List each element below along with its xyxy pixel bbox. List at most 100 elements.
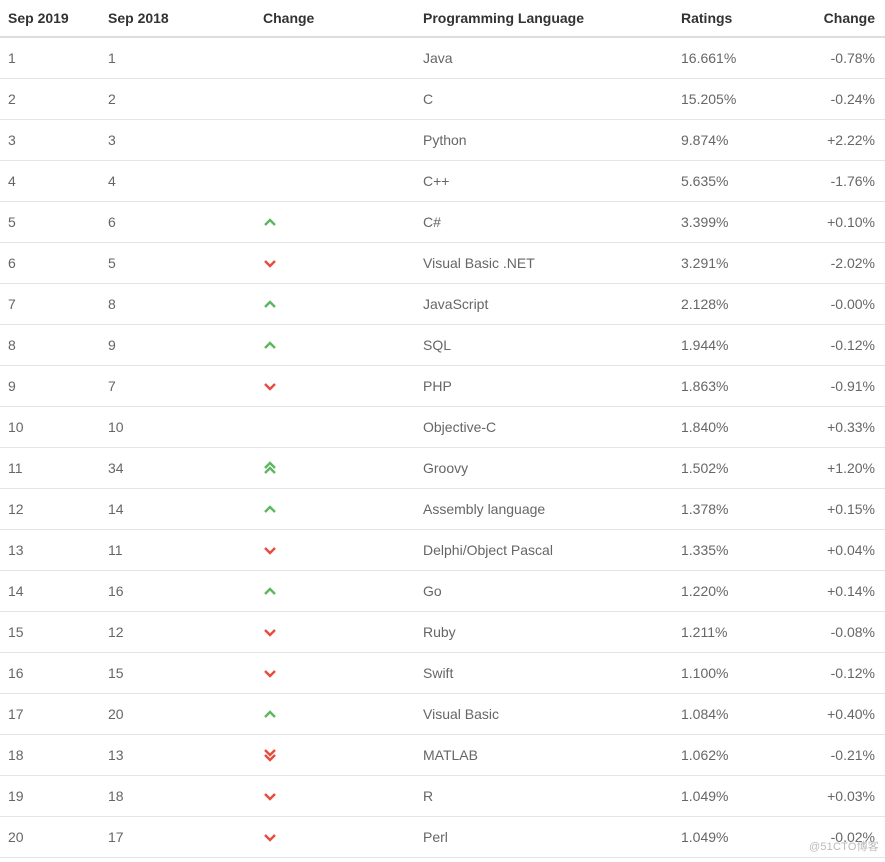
cell-language: Groovy	[415, 448, 673, 489]
cell-sep2019: 4	[0, 161, 100, 202]
cell-sep2018: 8	[100, 284, 255, 325]
cell-sep2018: 15	[100, 653, 255, 694]
cell-language: Ruby	[415, 612, 673, 653]
chevron-down-icon	[263, 380, 407, 393]
chevron-down-icon	[263, 544, 407, 557]
table-row: 11Java16.661%-0.78%	[0, 37, 885, 79]
cell-ratings: 1.335%	[673, 530, 803, 571]
cell-language: Assembly language	[415, 489, 673, 530]
table-row: 78 JavaScript2.128%-0.00%	[0, 284, 885, 325]
cell-change: +0.03%	[803, 776, 885, 817]
cell-ratings: 5.635%	[673, 161, 803, 202]
cell-sep2018: 17	[100, 817, 255, 858]
cell-change: +0.15%	[803, 489, 885, 530]
cell-sep2019: 5	[0, 202, 100, 243]
double-chevron-down-icon	[263, 748, 407, 762]
table-row: 22C15.205%-0.24%	[0, 79, 885, 120]
table-row: 1615Swift1.100%-0.12%	[0, 653, 885, 694]
chevron-down-icon	[263, 667, 407, 680]
cell-ratings: 1.211%	[673, 612, 803, 653]
cell-ratings: 1.084%	[673, 694, 803, 735]
cell-language: C++	[415, 161, 673, 202]
cell-language: C#	[415, 202, 673, 243]
cell-change: -0.78%	[803, 37, 885, 79]
chevron-up-icon	[263, 503, 407, 516]
cell-ratings: 2.128%	[673, 284, 803, 325]
cell-language: Go	[415, 571, 673, 612]
cell-sep2019: 16	[0, 653, 100, 694]
cell-change: -0.91%	[803, 366, 885, 407]
cell-ratings: 1.378%	[673, 489, 803, 530]
table-row: 1918R1.049%+0.03%	[0, 776, 885, 817]
cell-sep2019: 19	[0, 776, 100, 817]
cell-trend	[255, 161, 415, 202]
cell-language: SQL	[415, 325, 673, 366]
header-ratings: Ratings	[673, 0, 803, 37]
cell-sep2019: 15	[0, 612, 100, 653]
table-row: 1010Objective-C1.840%+0.33%	[0, 407, 885, 448]
cell-sep2019: 12	[0, 489, 100, 530]
cell-change: -2.02%	[803, 243, 885, 284]
header-change-icon: Change	[255, 0, 415, 37]
cell-trend	[255, 776, 415, 817]
cell-trend	[255, 489, 415, 530]
cell-sep2018: 11	[100, 530, 255, 571]
cell-ratings: 1.502%	[673, 448, 803, 489]
cell-sep2019: 13	[0, 530, 100, 571]
cell-ratings: 1.840%	[673, 407, 803, 448]
cell-sep2018: 4	[100, 161, 255, 202]
table-row: 44C++5.635%-1.76%	[0, 161, 885, 202]
header-row: Sep 2019 Sep 2018 Change Programming Lan…	[0, 0, 885, 37]
chevron-up-icon	[263, 298, 407, 311]
cell-change: +2.22%	[803, 120, 885, 161]
cell-sep2018: 13	[100, 735, 255, 776]
cell-language: JavaScript	[415, 284, 673, 325]
table-row: 97PHP1.863%-0.91%	[0, 366, 885, 407]
cell-ratings: 1.220%	[673, 571, 803, 612]
cell-sep2019: 1	[0, 37, 100, 79]
table-row: 1134Groovy1.502%+1.20%	[0, 448, 885, 489]
cell-change: +0.14%	[803, 571, 885, 612]
cell-change: -0.12%	[803, 325, 885, 366]
cell-trend	[255, 694, 415, 735]
cell-ratings: 15.205%	[673, 79, 803, 120]
cell-trend	[255, 817, 415, 858]
cell-trend	[255, 612, 415, 653]
cell-trend	[255, 366, 415, 407]
cell-sep2018: 34	[100, 448, 255, 489]
cell-change: -0.00%	[803, 284, 885, 325]
cell-change: +0.33%	[803, 407, 885, 448]
double-chevron-up-icon	[263, 461, 407, 475]
cell-trend	[255, 37, 415, 79]
cell-sep2019: 14	[0, 571, 100, 612]
header-language: Programming Language	[415, 0, 673, 37]
cell-sep2018: 10	[100, 407, 255, 448]
cell-trend	[255, 284, 415, 325]
header-sep2019: Sep 2019	[0, 0, 100, 37]
cell-sep2018: 18	[100, 776, 255, 817]
header-sep2018: Sep 2018	[100, 0, 255, 37]
table-row: 1416Go1.220%+0.14%	[0, 571, 885, 612]
cell-language: Delphi/Object Pascal	[415, 530, 673, 571]
cell-sep2019: 7	[0, 284, 100, 325]
cell-trend	[255, 79, 415, 120]
cell-ratings: 1.100%	[673, 653, 803, 694]
cell-sep2019: 18	[0, 735, 100, 776]
table-row: 33Python9.874%+2.22%	[0, 120, 885, 161]
cell-sep2019: 17	[0, 694, 100, 735]
cell-ratings: 1.863%	[673, 366, 803, 407]
chevron-down-icon	[263, 831, 407, 844]
cell-ratings: 3.399%	[673, 202, 803, 243]
cell-language: Swift	[415, 653, 673, 694]
cell-sep2018: 7	[100, 366, 255, 407]
table-row: 1311Delphi/Object Pascal1.335%+0.04%	[0, 530, 885, 571]
cell-ratings: 9.874%	[673, 120, 803, 161]
cell-ratings: 16.661%	[673, 37, 803, 79]
cell-trend	[255, 325, 415, 366]
cell-trend	[255, 735, 415, 776]
table-row: 65Visual Basic .NET3.291%-2.02%	[0, 243, 885, 284]
cell-ratings: 1.944%	[673, 325, 803, 366]
cell-sep2018: 9	[100, 325, 255, 366]
cell-sep2019: 9	[0, 366, 100, 407]
cell-trend	[255, 120, 415, 161]
